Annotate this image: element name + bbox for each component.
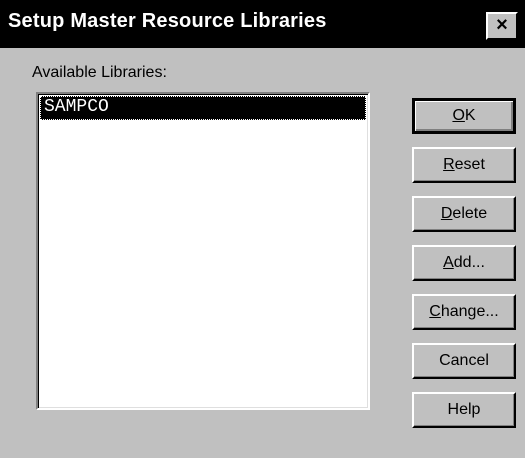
setup-libraries-dialog: Setup Master Resource Libraries × Availa…	[0, 0, 525, 458]
delete-button-label: elete	[452, 205, 488, 222]
close-button[interactable]: ×	[486, 12, 518, 40]
change-button-mnemonic: C	[429, 303, 441, 320]
list-item-sampco[interactable]: SAMPCO	[40, 96, 366, 120]
libraries-listbox[interactable]: SAMPCO	[36, 92, 370, 410]
dialog-title: Setup Master Resource Libraries	[8, 10, 327, 32]
help-button[interactable]: Help	[412, 392, 516, 428]
change-button[interactable]: Change...	[412, 294, 516, 330]
close-icon: ×	[496, 14, 508, 36]
add-button[interactable]: Add...	[412, 245, 516, 281]
add-button-mnemonic: A	[443, 254, 454, 271]
cancel-button[interactable]: Cancel	[412, 343, 516, 379]
reset-button[interactable]: Reset	[412, 147, 516, 183]
reset-button-mnemonic: R	[443, 156, 455, 173]
add-button-label: dd...	[453, 254, 485, 271]
delete-button[interactable]: Delete	[412, 196, 516, 232]
change-button-label: hange...	[440, 303, 499, 320]
ok-button-mnemonic: O	[452, 107, 465, 124]
reset-button-label: eset	[454, 156, 485, 173]
delete-button-mnemonic: D	[440, 205, 453, 222]
title-bar[interactable]: Setup Master Resource Libraries ×	[0, 0, 525, 48]
ok-button[interactable]: OK	[412, 98, 516, 134]
available-libraries-label: Available Libraries:	[32, 64, 167, 81]
ok-button-label: K	[464, 107, 476, 124]
